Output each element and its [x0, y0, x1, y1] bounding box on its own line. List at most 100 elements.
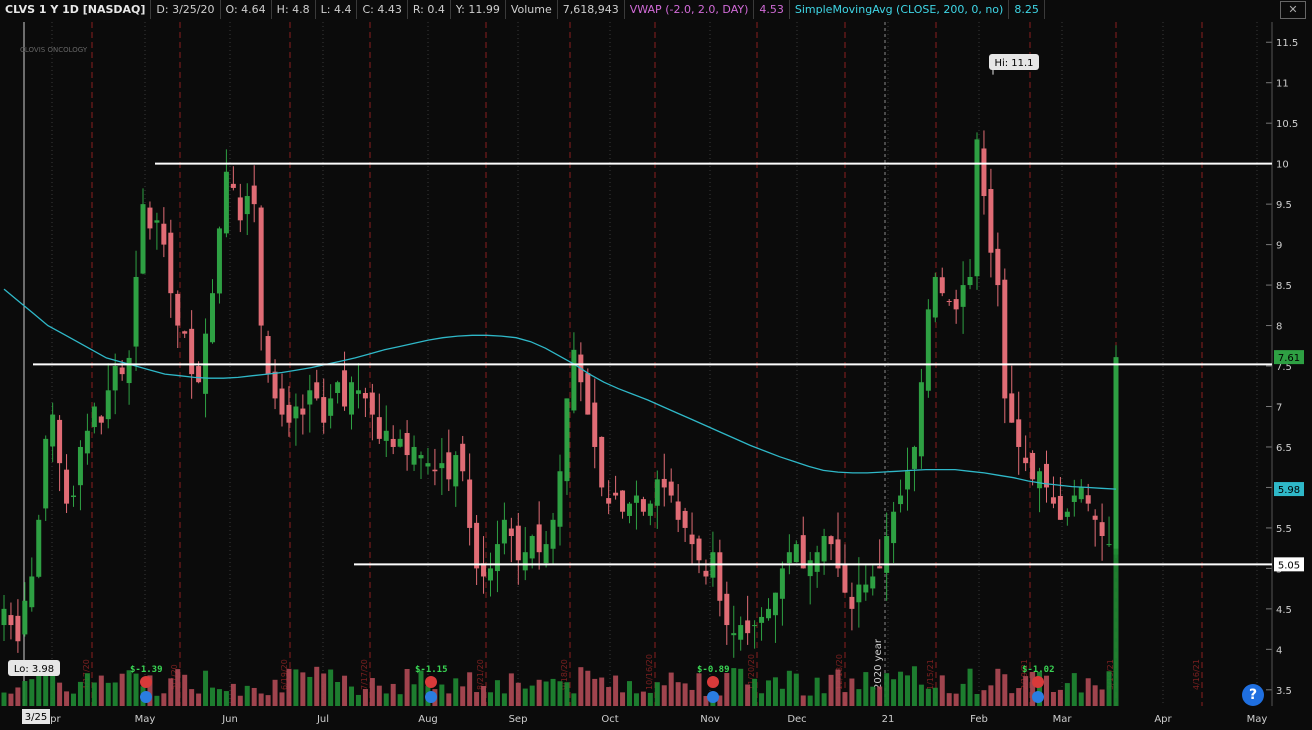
volume-bar-63	[439, 684, 445, 706]
candle-body-133	[925, 309, 931, 391]
x-tick-label-4: Aug	[418, 714, 438, 725]
volume-bar-138	[960, 683, 966, 706]
volume-bar-122	[849, 678, 855, 706]
x-tick-label-7: Nov	[700, 714, 720, 725]
dividend-marker-2	[707, 691, 719, 703]
volume-bar-33	[230, 683, 236, 706]
candle-body-13	[91, 406, 97, 428]
candle-body-103	[717, 552, 723, 601]
volume-bar-90	[627, 681, 632, 706]
y-tick-label-15: 11	[1276, 79, 1289, 90]
candle-body-8	[57, 419, 63, 464]
candle-body-26	[182, 331, 188, 334]
candle-body-84	[585, 373, 591, 415]
candle-body-58	[404, 433, 410, 456]
candle-body-158	[1099, 522, 1105, 537]
candle-body-20	[140, 204, 146, 274]
candle-body-59	[411, 446, 417, 465]
candle-body-97	[675, 501, 681, 520]
volume-bar-83	[578, 667, 584, 706]
volume-bar-50	[349, 686, 354, 706]
volume-bar-75	[522, 688, 528, 706]
volume-bar-105	[731, 668, 737, 706]
help-icon[interactable]: ?	[1242, 684, 1264, 706]
candle-body-78	[543, 544, 549, 564]
volume-bar-37	[258, 693, 264, 706]
candle-body-105	[731, 633, 737, 636]
volume-bar-113	[786, 670, 792, 706]
y-tick-label-1: 4	[1276, 645, 1282, 656]
volume-bar-112	[779, 688, 785, 706]
candle-body-122	[849, 596, 855, 609]
volume-bar-88	[613, 675, 619, 706]
price-badge-label-1: 5.98	[1278, 485, 1300, 496]
volume-bar-48	[335, 681, 341, 706]
cursor-date-label: 3/25	[25, 712, 47, 723]
candle-body-147	[1023, 457, 1029, 464]
volume-bar-131	[911, 666, 917, 706]
y-tick-label-0: 3.5	[1276, 686, 1292, 697]
volume-bar-144	[1002, 674, 1008, 706]
volume-bar-146	[1016, 688, 1022, 706]
dividend-marker-0	[140, 691, 152, 703]
candle-body-125	[870, 576, 876, 589]
volume-bar-26	[182, 674, 188, 706]
candle-body-72	[501, 519, 507, 544]
earnings-label-0: $-1.39	[130, 665, 163, 675]
candle-body-137	[953, 299, 959, 310]
volume-bar-27	[189, 689, 195, 706]
candle-body-34	[237, 197, 243, 221]
price-chart[interactable]: 3.544.555.566.577.588.599.51010.51111.5A…	[0, 0, 1312, 730]
candle-body-48	[335, 382, 341, 394]
volume-bar-40	[279, 692, 285, 706]
candle-body-4	[29, 576, 35, 608]
volume-bar-19	[133, 673, 139, 706]
candle-body-88	[613, 492, 619, 496]
candle-body-116	[807, 560, 813, 577]
volume-bar-43	[300, 672, 306, 706]
candle-body-141	[981, 148, 987, 197]
candle-body-37	[258, 207, 264, 326]
volume-bar-152	[1057, 689, 1063, 706]
candle-body-32	[223, 171, 229, 234]
volume-bar-76	[529, 685, 535, 706]
candle-body-43	[300, 408, 306, 415]
volume-bar-79	[550, 678, 556, 706]
candle-body-5	[36, 519, 42, 577]
candle-body-91	[633, 495, 639, 503]
candle-body-148	[1030, 452, 1036, 480]
volume-bar-123	[856, 689, 862, 706]
candle-body-79	[550, 519, 556, 549]
volume-bar-30	[210, 687, 215, 706]
event-label-4: 8/21/20	[476, 659, 485, 690]
candle-body-108	[752, 625, 758, 627]
volume-bar-86	[599, 677, 605, 706]
candle-body-0	[1, 608, 7, 626]
volume-bar-82	[571, 693, 577, 706]
candle-body-25	[175, 293, 181, 326]
volume-bar-118	[821, 693, 827, 706]
x-tick-label-5: Sep	[509, 714, 528, 725]
earnings-label-2: $-0.89	[697, 665, 730, 675]
candle-body-57	[397, 438, 403, 447]
volume-bar-155	[1078, 692, 1084, 706]
earnings-label-3: $-1.02	[1022, 665, 1055, 675]
volume-bar-154	[1071, 673, 1077, 706]
candle-body-18	[126, 357, 132, 384]
candle-body-81	[564, 398, 570, 482]
volume-bar-110	[766, 680, 771, 706]
candle-body-68	[474, 522, 480, 569]
volume-bar-77	[536, 679, 542, 706]
volume-bar-93	[647, 692, 653, 706]
candle-body-111	[772, 592, 778, 616]
candle-body-70	[488, 568, 493, 581]
candle-body-160	[1113, 357, 1119, 555]
price-badge-label-2: 5.05	[1278, 560, 1300, 571]
volume-bar-22	[154, 695, 160, 706]
candle-body-74	[515, 525, 521, 561]
candle-body-56	[390, 438, 396, 447]
volume-bar-141	[981, 690, 987, 706]
candle-body-138	[960, 285, 966, 307]
volume-bar-128	[891, 679, 897, 706]
candle-body-33	[230, 183, 236, 188]
